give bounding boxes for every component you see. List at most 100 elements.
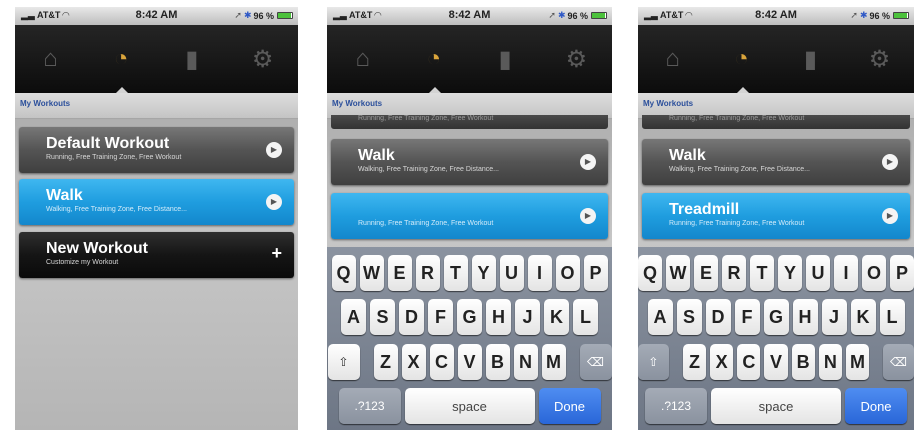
key-k[interactable]: K — [850, 299, 876, 335]
key-k[interactable]: K — [544, 299, 569, 335]
gear-icon[interactable]: ⚙ — [243, 39, 283, 79]
keyboard: Q W E R T Y U I O P A S D F G H J K L ⇧ … — [327, 247, 612, 430]
disclosure-arrow-icon[interactable]: ▶ — [266, 194, 282, 210]
workout-title: Walk — [669, 147, 706, 164]
key-c[interactable]: C — [737, 344, 761, 380]
key-v[interactable]: V — [457, 344, 482, 380]
section-title: My Workouts — [20, 99, 71, 108]
key-d[interactable]: D — [399, 299, 424, 335]
key-y[interactable]: Y — [778, 255, 802, 291]
key-q[interactable]: Q — [638, 255, 662, 291]
disclosure-arrow-icon[interactable]: ▶ — [882, 208, 898, 224]
done-key[interactable]: Done — [845, 388, 907, 424]
gear-icon[interactable]: ⚙ — [860, 39, 900, 79]
key-u[interactable]: U — [499, 255, 524, 291]
key-i[interactable]: I — [527, 255, 552, 291]
workout-subtitle: Running, Free Training Zone, Free Workou… — [46, 154, 182, 161]
disclosure-arrow-icon[interactable]: ▶ — [580, 208, 596, 224]
key-m[interactable]: M — [541, 344, 566, 380]
key-e[interactable]: E — [387, 255, 412, 291]
key-s[interactable]: S — [370, 299, 395, 335]
key-y[interactable]: Y — [471, 255, 496, 291]
numbers-key[interactable]: .?123 — [338, 388, 401, 424]
key-j[interactable]: J — [515, 299, 540, 335]
stopwatch-icon[interactable]: ◔ — [101, 39, 141, 79]
key-b[interactable]: B — [791, 344, 815, 380]
backspace-key-icon[interactable]: ⌫ — [883, 344, 914, 380]
key-a[interactable]: A — [341, 299, 366, 335]
key-o[interactable]: O — [862, 255, 886, 291]
bluetooth-icon: ✱ — [859, 10, 868, 20]
workout-row-walk[interactable]: Walk Walking, Free Training Zone, Free D… — [331, 139, 608, 185]
key-i[interactable]: I — [834, 255, 858, 291]
key-c[interactable]: C — [429, 344, 454, 380]
workout-row-clipped[interactable]: Running, Free Training Zone, Free Workou… — [642, 115, 910, 129]
space-key[interactable]: space — [404, 388, 535, 424]
workout-subtitle: Walking, Free Training Zone, Free Distan… — [46, 206, 187, 213]
key-t[interactable]: T — [443, 255, 468, 291]
workout-row-walk[interactable]: Walk Walking, Free Training Zone, Free D… — [642, 139, 910, 185]
backspace-key-icon[interactable]: ⌫ — [579, 344, 612, 380]
disclosure-arrow-icon[interactable]: ▶ — [580, 154, 596, 170]
bar-chart-icon[interactable]: ▮ — [172, 39, 212, 79]
key-m[interactable]: M — [845, 344, 870, 380]
stopwatch-icon[interactable]: ◔ — [722, 39, 762, 79]
key-w[interactable]: W — [666, 255, 690, 291]
key-z[interactable]: Z — [682, 344, 707, 380]
workout-subtitle: Walking, Free Training Zone, Free Distan… — [669, 166, 810, 173]
key-e[interactable]: E — [694, 255, 718, 291]
shift-key-icon[interactable]: ⇧ — [327, 344, 360, 380]
disclosure-arrow-icon[interactable]: ▶ — [266, 142, 282, 158]
disclosure-arrow-icon[interactable]: ▶ — [882, 154, 898, 170]
key-l[interactable]: L — [573, 299, 598, 335]
key-u[interactable]: U — [806, 255, 830, 291]
stopwatch-icon[interactable]: ◔ — [414, 39, 454, 79]
key-t[interactable]: T — [750, 255, 774, 291]
workout-row-walk[interactable]: Walk Walking, Free Training Zone, Free D… — [19, 179, 294, 225]
bar-chart-icon[interactable]: ▮ — [485, 39, 525, 79]
home-icon[interactable]: ⌂ — [653, 39, 693, 79]
done-key[interactable]: Done — [538, 388, 601, 424]
key-d[interactable]: D — [705, 299, 731, 335]
home-icon[interactable]: ⌂ — [343, 39, 383, 79]
numbers-key[interactable]: .?123 — [645, 388, 707, 424]
key-p[interactable]: P — [583, 255, 608, 291]
shift-key-icon[interactable]: ⇧ — [638, 344, 669, 380]
workout-row-editing[interactable]: Treadmill Running, Free Training Zone, F… — [642, 193, 910, 239]
gear-icon[interactable]: ⚙ — [556, 39, 596, 79]
keyboard-row-3: ⇧ Z X C V B N M ⌫ — [638, 344, 914, 380]
key-g[interactable]: G — [763, 299, 789, 335]
key-z[interactable]: Z — [373, 344, 398, 380]
key-n[interactable]: N — [513, 344, 538, 380]
key-f[interactable]: F — [428, 299, 453, 335]
key-p[interactable]: P — [890, 255, 914, 291]
workout-row-default[interactable]: Default Workout Running, Free Training Z… — [19, 127, 294, 173]
key-g[interactable]: G — [457, 299, 482, 335]
new-workout-row[interactable]: New Workout Customize my Workout + — [19, 232, 294, 278]
key-l[interactable]: L — [879, 299, 905, 335]
key-r[interactable]: R — [722, 255, 746, 291]
key-r[interactable]: R — [415, 255, 440, 291]
workout-row-clipped[interactable]: Running, Free Training Zone, Free Workou… — [331, 115, 608, 129]
workout-name-field[interactable]: Treadmill — [669, 201, 739, 219]
key-h[interactable]: H — [486, 299, 511, 335]
key-n[interactable]: N — [818, 344, 842, 380]
key-v[interactable]: V — [764, 344, 788, 380]
key-f[interactable]: F — [734, 299, 760, 335]
key-h[interactable]: H — [792, 299, 818, 335]
key-s[interactable]: S — [676, 299, 702, 335]
tab-bar: ⌂ ◔ ▮ ⚙ — [15, 25, 298, 93]
bar-chart-icon[interactable]: ▮ — [791, 39, 831, 79]
space-key[interactable]: space — [711, 388, 841, 424]
home-icon[interactable]: ⌂ — [30, 39, 70, 79]
key-b[interactable]: B — [485, 344, 510, 380]
workout-row-editing[interactable]: Running, Free Training Zone, Free Workou… — [331, 193, 608, 239]
key-a[interactable]: A — [647, 299, 673, 335]
key-o[interactable]: O — [555, 255, 580, 291]
key-x[interactable]: X — [401, 344, 426, 380]
key-x[interactable]: X — [710, 344, 734, 380]
key-w[interactable]: W — [359, 255, 384, 291]
key-j[interactable]: J — [821, 299, 847, 335]
plus-icon[interactable]: + — [271, 243, 282, 264]
key-q[interactable]: Q — [331, 255, 356, 291]
